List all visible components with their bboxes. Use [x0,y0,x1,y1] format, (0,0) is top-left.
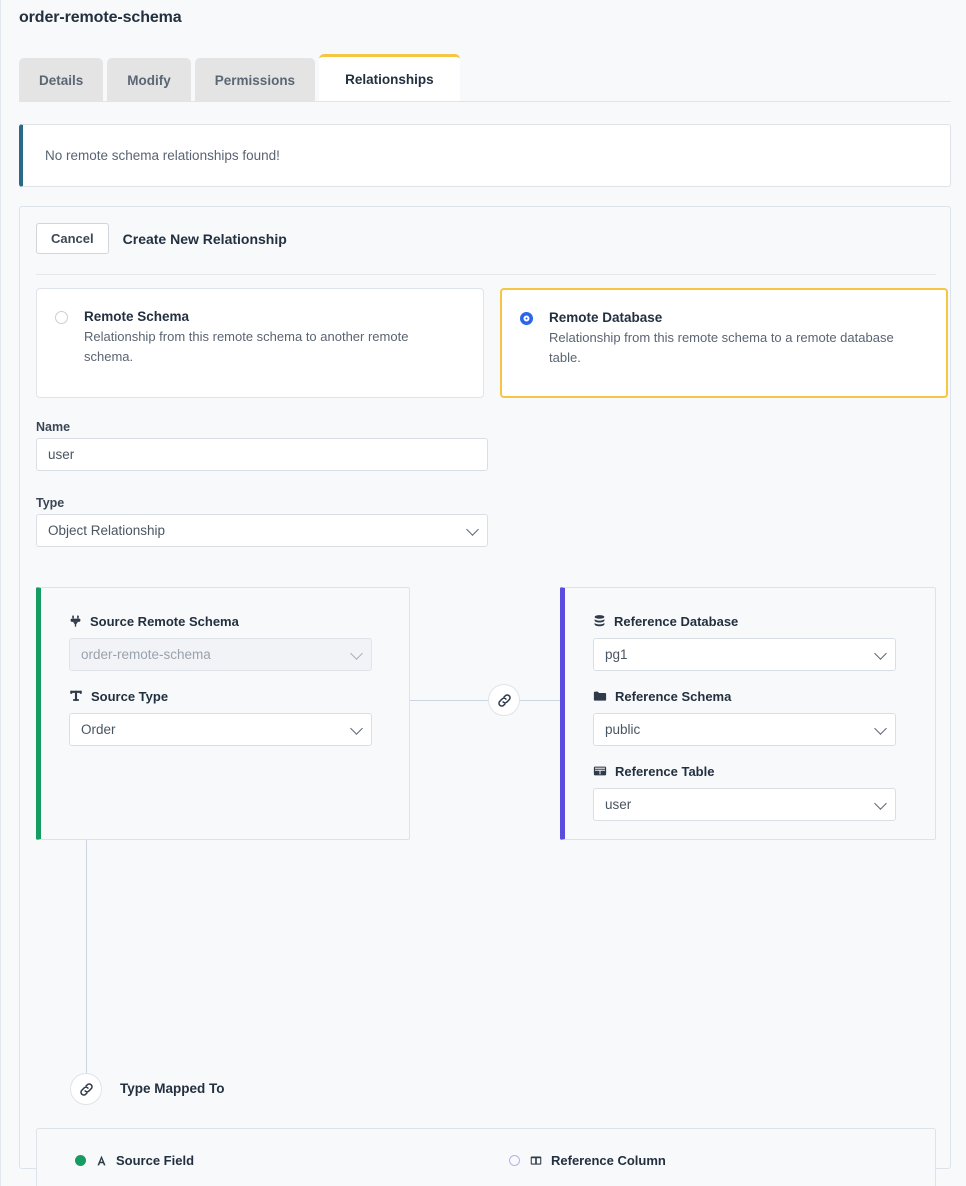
reference-table-label-row: Reference Table [593,760,935,782]
reference-table-field: Reference Table user [593,760,935,821]
source-type-select[interactable]: Order [69,713,372,746]
source-field-header: Source Field [75,1153,194,1168]
source-field-label: Source Field [116,1153,194,1168]
columns-icon [529,1154,543,1167]
source-remote-schema-select[interactable]: order-remote-schema [69,638,372,671]
reference-database-field: Reference Database pg1 [593,610,935,671]
card-divider [36,274,936,275]
option-remote-database-header: Remote Database [520,310,928,325]
connector-line-left [410,700,488,701]
table-icon [593,764,607,778]
type-label: Type [36,496,64,510]
source-status-dot-icon [75,1155,86,1166]
folder-icon [593,689,607,703]
connector-line-right [518,700,560,701]
reference-database-value: pg1 [605,647,628,662]
source-remote-schema-label-row: Source Remote Schema [69,610,409,632]
mapping-connector-line [86,840,87,1073]
name-label: Name [36,420,70,434]
cancel-button[interactable]: Cancel [36,223,109,254]
tab-relationships[interactable]: Relationships [319,54,460,102]
radio-remote-database-icon[interactable] [520,312,533,325]
chevron-down-icon [874,797,887,810]
chevron-down-icon [874,647,887,660]
reference-schema-field: Reference Schema public [593,685,935,746]
reference-table-label: Reference Table [615,764,714,779]
option-remote-database-description: Relationship from this remote schema to … [549,328,919,368]
tab-bar: Details Modify Permissions Relationships [19,54,464,102]
plug-icon [69,614,82,628]
card-title: Create New Relationship [123,231,287,247]
type-select-value: Object Relationship [48,523,165,538]
option-remote-database[interactable]: Remote Database Relationship from this r… [500,288,948,398]
chevron-down-icon [466,523,479,536]
option-remote-schema-description: Relationship from this remote schema to … [84,327,454,367]
remote-schema-relationships-page: order-remote-schema Details Modify Permi… [0,0,966,1186]
reference-table-select[interactable]: user [593,788,896,821]
reference-column-header: Reference Column [509,1153,666,1168]
reference-database-panel: Reference Database pg1 Reference Schema [560,587,936,840]
create-relationship-card: Cancel Create New Relationship Remote Sc… [19,206,951,1169]
chevron-down-icon [350,722,363,735]
reference-database-label: Reference Database [614,614,738,629]
option-remote-database-title: Remote Database [549,310,662,325]
source-type-label: Source Type [91,689,168,704]
reference-schema-select[interactable]: public [593,713,896,746]
reference-status-dot-icon [509,1155,520,1166]
source-remote-schema-field: Source Remote Schema order-remote-schema [69,610,409,671]
field-mapping-box: Source Field Reference Column user_id [36,1128,936,1186]
reference-table-value: user [605,797,631,812]
tab-details[interactable]: Details [19,58,103,102]
source-remote-schema-label: Source Remote Schema [90,614,239,629]
type-mapped-to-title: Type Mapped To [120,1081,225,1096]
source-type-value: Order [81,722,116,737]
link-icon [488,684,520,716]
type-T-icon [69,689,83,703]
chevron-down-icon [874,722,887,735]
option-remote-schema-title: Remote Schema [84,309,189,324]
source-type-field: Source Type Order [69,685,409,746]
card-header: Cancel Create New Relationship [36,223,287,254]
alert-message: No remote schema relationships found! [23,148,280,163]
reference-column-label: Reference Column [551,1153,666,1168]
tab-permissions[interactable]: Permissions [195,58,315,102]
database-icon [593,614,606,628]
name-input[interactable] [36,438,488,471]
source-type-label-row: Source Type [69,685,409,707]
reference-database-label-row: Reference Database [593,610,935,632]
reference-database-select[interactable]: pg1 [593,638,896,671]
tab-modify[interactable]: Modify [107,58,191,102]
type-select[interactable]: Object Relationship [36,514,488,547]
reference-schema-value: public [605,722,640,737]
radio-remote-schema-icon[interactable] [55,311,68,324]
option-remote-schema-header: Remote Schema [55,309,465,324]
tab-bar-divider [19,101,951,102]
chevron-down-icon [350,647,363,660]
page-title: order-remote-schema [19,9,182,27]
no-relationships-alert: No remote schema relationships found! [19,124,951,187]
reference-schema-label: Reference Schema [615,689,731,704]
source-remote-schema-panel: Source Remote Schema order-remote-schema [36,587,410,840]
reference-schema-label-row: Reference Schema [593,685,935,707]
letter-A-icon [95,1154,108,1167]
link-icon [70,1073,102,1105]
option-remote-schema[interactable]: Remote Schema Relationship from this rem… [36,288,484,398]
source-remote-schema-value: order-remote-schema [81,647,211,662]
relationship-type-options: Remote Schema Relationship from this rem… [36,288,948,398]
